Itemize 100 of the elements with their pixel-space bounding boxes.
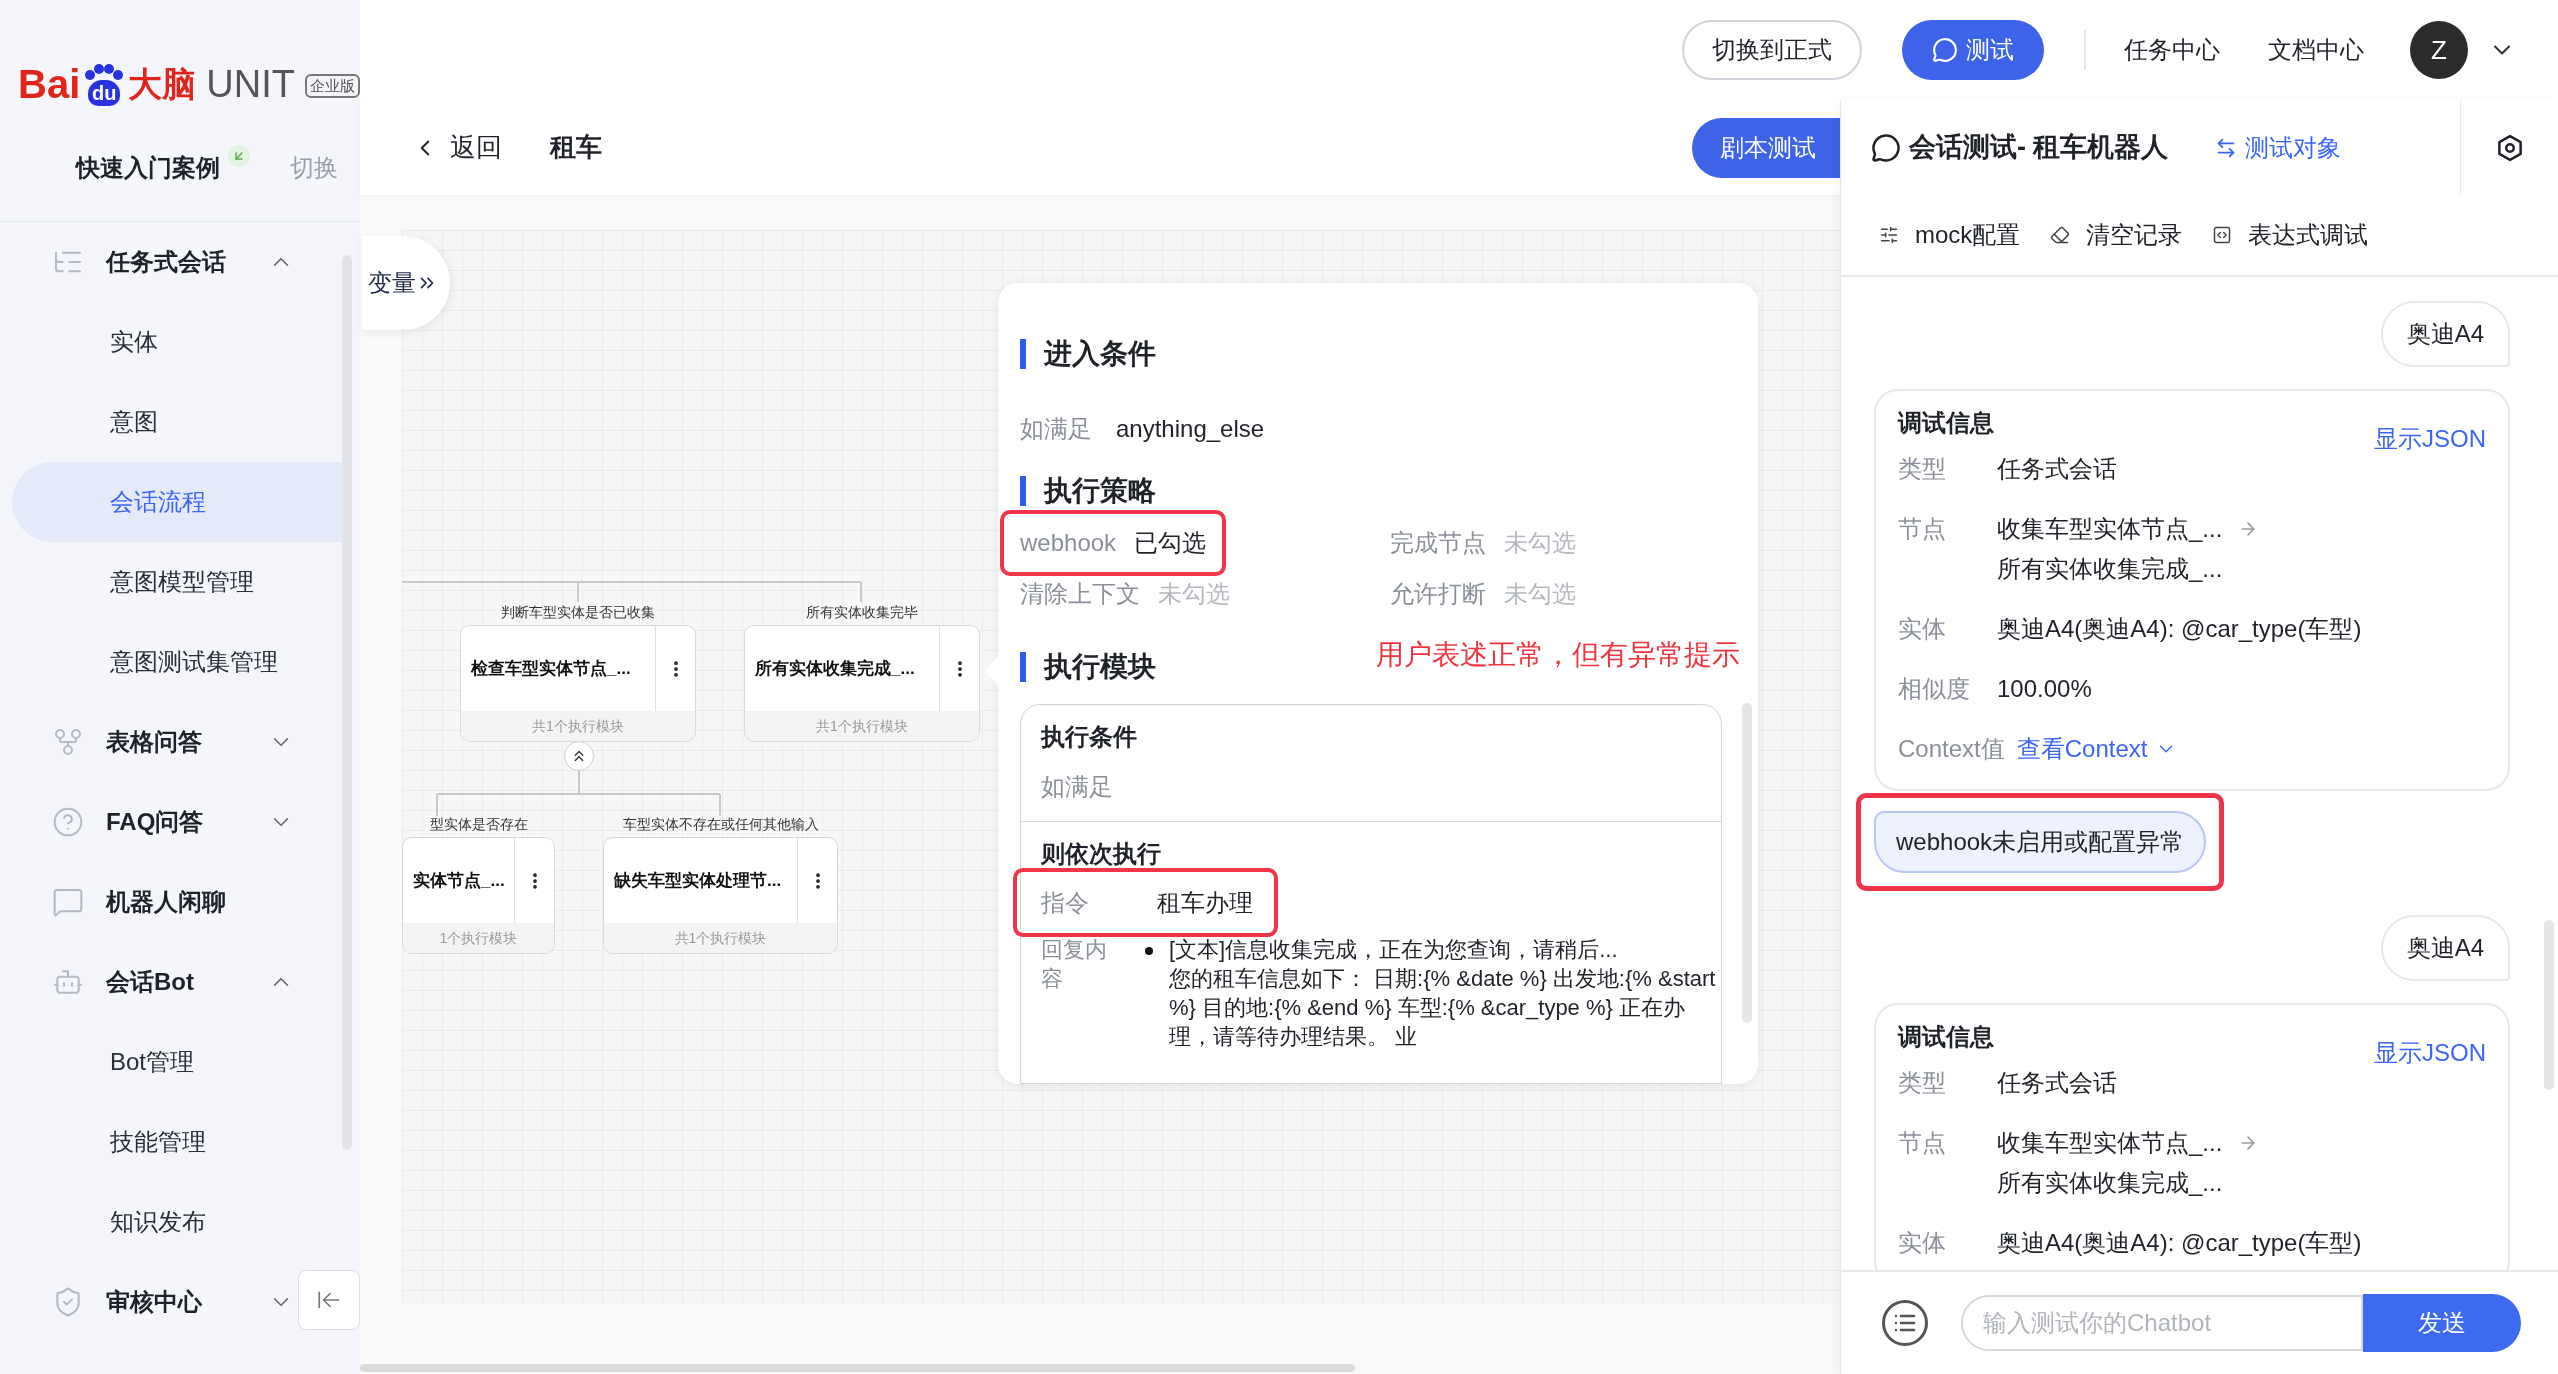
menu-group[interactable]: FAQ问答 [0, 782, 296, 862]
field-label: 如满足 [1040, 772, 1114, 802]
menu-item[interactable]: Bot管理 [0, 1022, 360, 1102]
flow-node[interactable]: 所有实体收集完成_... 共1个执行模块 [744, 625, 980, 742]
logo-text: Bai [18, 62, 81, 106]
chat-icon [52, 886, 84, 918]
block-title: 执行条件 [1039, 722, 1138, 752]
field-label: 节点 [1898, 514, 1947, 544]
flow-node[interactable]: 检查车型实体节点_... 共1个执行模块 [460, 625, 696, 742]
field-value: 收集车型实体节点_... [1997, 514, 2223, 544]
field-label: 相似度 [1898, 674, 1971, 704]
field-value: 收集车型实体节点_... [1997, 1128, 2223, 1158]
section-heading: 进入条件 [1044, 337, 1156, 371]
toolbar-button[interactable]: 表达式调试 [2212, 217, 2369, 253]
menu-group[interactable]: 任务式会话 [0, 222, 296, 302]
nav-link[interactable]: 文档中心 [2268, 32, 2364, 68]
nav-link[interactable]: 任务中心 [2124, 32, 2220, 68]
menu-group[interactable]: 机器人闲聊 [0, 862, 296, 942]
condition-label: 判断车型实体是否已收集 [500, 603, 656, 621]
page-title: 租车 [550, 131, 602, 164]
fork-icon [52, 726, 84, 758]
menu-item[interactable]: 会话流程 [12, 462, 342, 542]
field-value: 任务式会话 [1997, 1068, 2117, 1098]
command-row: 指令 租车办理 [1013, 868, 1278, 937]
condition-label: 型实体是否存在 [428, 815, 529, 833]
back-button[interactable]: 返回 [412, 128, 502, 167]
menu-item[interactable]: 意图测试集管理 [0, 622, 360, 702]
menu-item[interactable]: 实体 [0, 302, 360, 382]
node-title: 检查车型实体节点_... [470, 657, 632, 680]
annotation-text: 用户表述正常，但有异常提示 [1376, 638, 1740, 672]
section-heading: 执行模块 [1044, 650, 1156, 684]
section-heading: 执行策略 [1044, 474, 1156, 508]
reply-text: [文本]信息收集完成，正在为您查询，请稍后... [1169, 936, 1619, 964]
field-value: 所有实体收集完成_... [1997, 554, 2224, 584]
menu-label: 任务式会话 [106, 247, 226, 277]
condition-label: 所有实体收集完毕 [805, 603, 919, 621]
field-label: 类型 [1898, 454, 1947, 484]
heading-bar [1020, 339, 1026, 369]
send-button[interactable]: 发送 [2363, 1294, 2521, 1352]
user-avatar[interactable]: Z [2410, 21, 2468, 79]
chat-icon [1932, 37, 1958, 63]
show-json-link[interactable]: 显示JSON [2374, 421, 2486, 457]
menu-group[interactable]: 表格问答 [0, 702, 296, 782]
view-context-link[interactable]: 查看Context [2016, 729, 2178, 769]
sliders-icon [1879, 225, 1899, 245]
script-test-button[interactable]: 剧本测试 [1692, 117, 1840, 178]
menu-label: 机器人闲聊 [106, 887, 226, 917]
field-value: 所有实体收集完成_... [1997, 1168, 2224, 1198]
field-label: 实体 [1898, 1228, 1947, 1258]
card-title: 调试信息 [1898, 408, 1994, 438]
switch-mode-button[interactable]: 切换到正式 [1682, 20, 1862, 80]
menu-group[interactable]: 审核中心 [0, 1262, 296, 1342]
menu-label: 会话Bot [106, 967, 194, 997]
menu-button[interactable] [1882, 1300, 1928, 1346]
menu-label: 审核中心 [106, 1287, 202, 1317]
block-title: 则依次执行 [1040, 839, 1162, 869]
menu-item[interactable]: 意图模型管理 [0, 542, 360, 622]
flow-node[interactable]: 缺失车型实体处理节... 共1个执行模块 [603, 837, 838, 954]
logo-text: UNIT [206, 62, 295, 106]
input-field[interactable]: 输入测试你的Chatbot [1961, 1295, 2363, 1351]
toolbar-button[interactable]: 清空记录 [2050, 217, 2183, 253]
strategy-option: 完成节点 未勾选 [1370, 510, 1596, 576]
node-title: 实体节点_... [412, 869, 506, 892]
flow-node[interactable]: 实体节点_... 1个执行模块 [402, 837, 555, 954]
menu-group[interactable]: 会话Bot [0, 942, 296, 1022]
menu-label: 表格问答 [106, 727, 202, 757]
bullet-icon [1145, 947, 1153, 955]
collapse-toggle[interactable] [564, 741, 594, 771]
condition-label: 车型实体不存在或任何其他输入 [621, 815, 820, 833]
reply-text: 您的租车信息如下： 日期:{% &date %} 出发地:{% &start %} 目的地:{% &end %} 车型:{% &car_type %} 正在办理，请等待办理结果。 业 [1169, 965, 1717, 1051]
test-button[interactable]: 测试 [1902, 20, 2044, 80]
field-label: Context值 [1898, 734, 2005, 764]
variables-tab[interactable]: 变量 [362, 236, 450, 330]
menu-item[interactable]: 意图 [0, 382, 360, 462]
logo-text: du [88, 80, 121, 106]
toolbar-button[interactable]: mock配置 [1879, 217, 2021, 253]
field-value: 100.00% [1997, 674, 2092, 704]
menu-item[interactable]: 知识发布 [0, 1182, 360, 1262]
node-footer: 共1个执行模块 [745, 711, 979, 741]
test-target-link[interactable]: 测试对象 [2214, 129, 2341, 166]
field-label: 类型 [1898, 1068, 1947, 1098]
field-label: 节点 [1898, 1128, 1947, 1158]
panel-title: 会话测试- 租车机器人 [1909, 131, 2169, 165]
node-footer: 1个执行模块 [403, 923, 554, 953]
field-label: 如满足 [1020, 414, 1092, 444]
node-title: 所有实体收集完成_... [754, 657, 916, 680]
field-label: 实体 [1898, 614, 1947, 644]
strategy-option: webhook 已勾选 [1000, 510, 1227, 576]
heading-bar [1020, 652, 1026, 682]
strategy-option: 允许打断 未勾选 [1370, 576, 1596, 612]
code-icon [2212, 225, 2233, 245]
strategy-option: 清除上下文 未勾选 [1000, 576, 1250, 612]
paw-icon [84, 64, 125, 80]
field-value: 任务式会话 [1997, 454, 2117, 484]
menu-item[interactable]: 技能管理 [0, 1102, 360, 1182]
field-value: 奥迪A4(奥迪A4): @car_type(车型) [1997, 1228, 2362, 1258]
user-message: 奥迪A4 [2380, 301, 2510, 367]
field-value: anything_else [1116, 414, 1265, 444]
show-json-link[interactable]: 显示JSON [2374, 1035, 2486, 1071]
eraser-icon [2050, 225, 2071, 245]
